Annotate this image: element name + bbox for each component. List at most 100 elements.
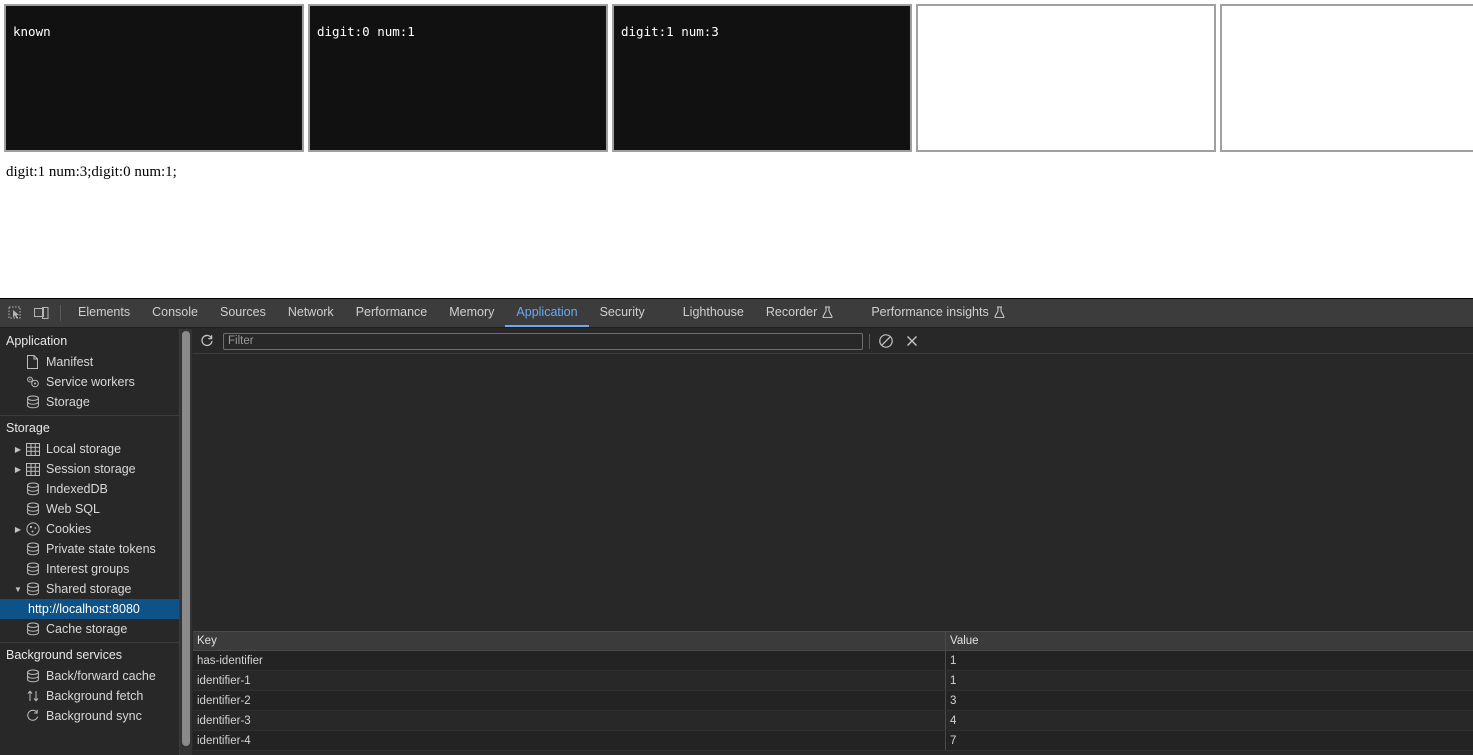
output-box <box>1220 4 1473 152</box>
sidebar-item-label: Private state tokens <box>46 542 156 556</box>
cell-value: 1 <box>950 674 957 687</box>
tab-label: Sources <box>219 305 266 319</box>
tab-recorder[interactable]: Recorder <box>755 299 844 327</box>
cell-key: identifier-1 <box>193 671 946 690</box>
sidebar-item-background-fetch[interactable]: Background fetch <box>0 686 179 706</box>
tab-application[interactable]: Application <box>505 299 589 327</box>
web-page-content: known digit:0 num:1 digit:1 num:3 digit:1 … <box>0 0 1473 298</box>
result-summary-text: digit:1 num:3;digit:0 num:1; <box>6 164 177 180</box>
tab-memory[interactable]: Memory <box>438 299 505 327</box>
output-box: digit:0 num:1 <box>308 4 608 152</box>
table-row[interactable]: identifier-1 1 <box>193 671 1473 691</box>
sidebar-item-label: Shared storage <box>46 582 132 596</box>
cell-value: 7 <box>950 734 957 747</box>
sidebar-item-background-sync[interactable]: Background sync <box>0 706 179 726</box>
tab-label: Console <box>152 305 198 319</box>
block-clear-icon[interactable] <box>876 331 896 351</box>
tab-network[interactable]: Network <box>277 299 345 327</box>
inspect-element-icon[interactable] <box>2 300 28 326</box>
sidebar-item-private-state-tokens[interactable]: Private state tokens <box>0 539 179 559</box>
tab-label: Performance insights <box>871 305 989 319</box>
sidebar-item-storage[interactable]: Storage <box>0 392 179 412</box>
tab-performance-insights[interactable]: Performance insights <box>860 299 1015 327</box>
chevron-down-icon[interactable]: ▼ <box>12 583 24 595</box>
datagrid-header: Key Value <box>193 632 1473 651</box>
sidebar-section-title: Background services <box>6 648 123 662</box>
sidebar-item-cache-storage[interactable]: Cache storage <box>0 619 179 639</box>
datagrid-body: has-identifier 1 identifier-1 1 identifier-2… <box>193 651 1473 751</box>
sidebar-item-label: Background fetch <box>46 689 144 703</box>
cell-key: has-identifier <box>193 651 946 670</box>
tab-label: Elements <box>78 305 131 319</box>
tab-label: Memory <box>449 305 495 319</box>
cell-value: 3 <box>950 694 957 707</box>
sidebar-item-label: Interest groups <box>46 562 130 576</box>
sidebar-scrollbar-thumb[interactable] <box>182 331 190 746</box>
devtools-tabbar: Elements Console Sources Network Performance… <box>0 299 1473 328</box>
application-sidebar[interactable]: Application Manifest Service workers Storag… <box>0 329 180 755</box>
chevron-right-icon[interactable]: ▶ <box>12 523 24 535</box>
sidebar-item-label: Local storage <box>46 442 122 456</box>
table-icon <box>24 442 41 456</box>
output-box <box>916 4 1216 152</box>
database-icon <box>24 562 41 576</box>
sidebar-item-interest-groups[interactable]: Interest groups <box>0 559 179 579</box>
close-x-icon[interactable] <box>902 331 922 351</box>
storage-detail-blank-area <box>193 355 1473 630</box>
database-icon <box>24 622 41 636</box>
filter-input[interactable] <box>223 332 863 350</box>
sidebar-item-shared-storage[interactable]: ▼ Shared storage <box>0 579 179 599</box>
refresh-icon[interactable] <box>197 331 217 351</box>
cell-key: identifier-3 <box>193 711 946 730</box>
sidebar-item-web-sql[interactable]: Web SQL <box>0 499 179 519</box>
cell-value: 4 <box>950 714 957 727</box>
sidebar-item-label: IndexedDB <box>46 482 108 496</box>
tab-elements[interactable]: Elements <box>67 299 141 327</box>
sidebar-scrollbar[interactable] <box>180 329 192 755</box>
sidebar-item-service-workers[interactable]: Service workers <box>0 372 179 392</box>
tab-label: Recorder <box>765 305 818 319</box>
sidebar-item-label: Session storage <box>46 462 136 476</box>
shared-storage-main-panel: Key Value has-identifier1identifier-11id… <box>193 329 1473 755</box>
database-icon <box>24 669 41 683</box>
tab-console[interactable]: Console <box>141 299 209 327</box>
database-icon <box>24 395 41 409</box>
tab-performance[interactable]: Performance <box>345 299 439 327</box>
sidebar-item-local-storage[interactable]: ▶ Local storage <box>0 439 179 459</box>
table-row[interactable]: identifier-3 4 <box>193 711 1473 731</box>
chevron-right-icon[interactable]: ▶ <box>12 443 24 455</box>
sidebar-item-back-forward-cache[interactable]: Back/forward cache <box>0 666 179 686</box>
sidebar-item-http-localhost-8080[interactable]: http://localhost:8080 <box>0 599 179 619</box>
document-icon <box>24 355 41 369</box>
tab-sources[interactable]: Sources <box>209 299 277 327</box>
database-icon <box>24 582 41 596</box>
table-row[interactable]: identifier-2 3 <box>193 691 1473 711</box>
sidebar-item-manifest[interactable]: Manifest <box>0 352 179 372</box>
sidebar-item-indexeddb[interactable]: IndexedDB <box>0 479 179 499</box>
chevron-right-icon[interactable]: ▶ <box>12 463 24 475</box>
cookie-icon <box>24 522 41 536</box>
sidebar-item-label: Background sync <box>46 709 142 723</box>
shared-storage-datagrid: Key Value has-identifier 1 identifier-1 1 id… <box>193 631 1473 755</box>
experiment-flask-icon <box>822 306 833 318</box>
sidebar-item-label: Service workers <box>46 375 135 389</box>
table-row[interactable]: identifier-4 7 <box>193 731 1473 751</box>
tab-label: Lighthouse <box>682 305 744 319</box>
cell-key: identifier-2 <box>193 691 946 710</box>
device-toolbar-icon[interactable] <box>28 300 54 326</box>
sidebar-item-label: http://localhost:8080 <box>28 602 140 616</box>
column-header-value[interactable]: Value <box>946 632 1473 650</box>
column-header-key[interactable]: Key <box>193 632 946 650</box>
sidebar-item-session-storage[interactable]: ▶ Session storage <box>0 459 179 479</box>
database-icon <box>24 482 41 496</box>
output-box: digit:1 num:3 <box>612 4 912 152</box>
tab-label: Application <box>516 305 578 319</box>
experiment-flask-icon <box>994 306 1005 318</box>
table-row[interactable]: has-identifier 1 <box>193 651 1473 671</box>
tab-security[interactable]: Security <box>589 299 656 327</box>
sidebar-item-label: Cache storage <box>46 622 128 636</box>
tab-label: Performance <box>355 305 428 319</box>
sidebar-item-label: Manifest <box>46 355 94 369</box>
sidebar-item-cookies[interactable]: ▶ Cookies <box>0 519 179 539</box>
tab-lighthouse[interactable]: Lighthouse <box>672 299 755 327</box>
